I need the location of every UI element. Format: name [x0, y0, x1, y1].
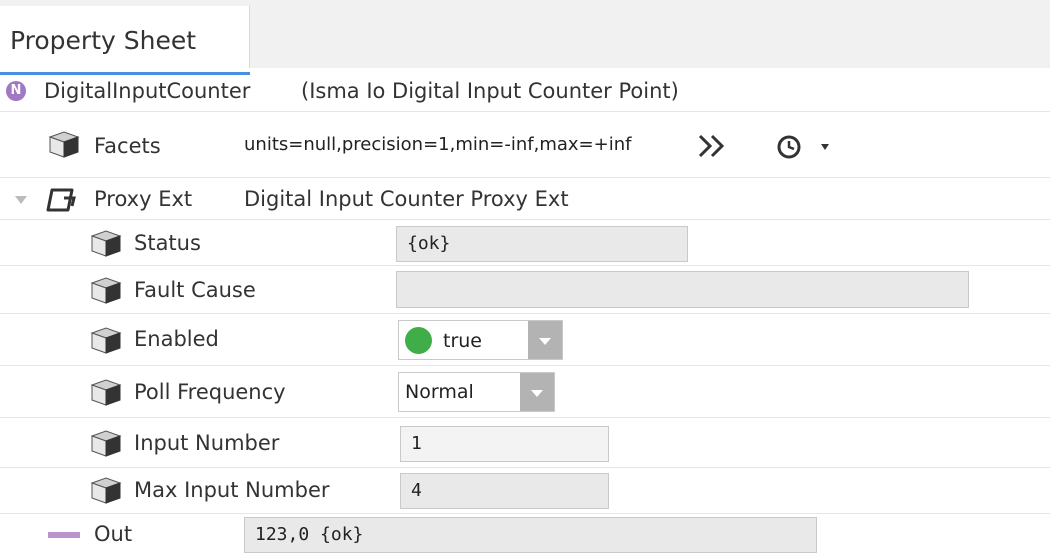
component-type: (Isma Io Digital Input Counter Point)	[301, 79, 679, 103]
chevron-down-icon[interactable]	[528, 321, 562, 359]
enabled-row: Enabled true	[0, 314, 1050, 366]
fault-cause-label: Fault Cause	[134, 278, 256, 302]
facets-value: units=null,precision=1,min=-inf,max=+inf	[244, 134, 632, 155]
out-row: Out 123,0 {ok}	[0, 514, 1050, 553]
out-label: Out	[94, 522, 133, 546]
out-slot-icon	[48, 532, 80, 538]
property-cube-icon	[90, 379, 122, 406]
poll-frequency-dropdown[interactable]: Normal	[398, 372, 555, 412]
status-label: Status	[134, 231, 201, 255]
input-number-label: Input Number	[134, 431, 280, 455]
expand-triangle-icon[interactable]	[14, 195, 28, 205]
caret-down-icon[interactable]	[820, 143, 830, 151]
component-name: DigitalInputCounter	[44, 79, 251, 103]
max-input-number-row: Max Input Number 4	[0, 468, 1050, 514]
property-cube-icon	[90, 430, 122, 457]
facets-label: Facets	[94, 134, 161, 158]
fault-cause-row: Fault Cause	[0, 266, 1050, 314]
proxy-ext-row[interactable]: Proxy Ext Digital Input Counter Proxy Ex…	[0, 178, 1050, 220]
proxy-ext-label: Proxy Ext	[94, 187, 193, 211]
property-cube-icon	[48, 131, 80, 158]
poll-frequency-value: Normal	[405, 381, 474, 403]
poll-frequency-label: Poll Frequency	[134, 380, 286, 404]
enabled-dropdown[interactable]: true	[398, 320, 563, 360]
chevron-down-icon[interactable]	[520, 373, 554, 411]
max-input-number-label: Max Input Number	[134, 478, 330, 502]
fault-cause-field	[396, 271, 969, 308]
input-number-row: Input Number 1	[0, 418, 1050, 468]
enabled-label: Enabled	[134, 327, 219, 351]
facets-row: Facets units=null,precision=1,min=-inf,m…	[0, 112, 1050, 178]
tab-property-sheet[interactable]: Property Sheet	[0, 6, 250, 75]
clock-icon[interactable]	[776, 134, 802, 160]
property-cube-icon	[90, 327, 122, 354]
tab-bar: Property Sheet	[0, 0, 1050, 75]
poll-frequency-row: Poll Frequency Normal	[0, 366, 1050, 418]
out-field: 123,0 {ok}	[244, 517, 817, 553]
tab-label: Property Sheet	[10, 26, 197, 55]
component-header: N DigitalInputCounter (Isma Io Digital I…	[0, 70, 1050, 112]
component-badge-icon: N	[6, 81, 26, 101]
input-number-field[interactable]: 1	[400, 426, 609, 462]
status-field: {ok}	[396, 226, 688, 262]
enabled-value: true	[443, 330, 482, 352]
property-cube-icon	[90, 230, 122, 257]
double-chevron-right-icon[interactable]	[697, 133, 727, 159]
max-input-number-field: 4	[400, 473, 609, 509]
proxy-ext-value: Digital Input Counter Proxy Ext	[244, 187, 569, 211]
status-row: Status {ok}	[0, 220, 1050, 266]
status-indicator-icon	[405, 327, 432, 354]
proxy-ext-icon	[46, 188, 76, 212]
property-cube-icon	[90, 277, 122, 304]
property-cube-icon	[90, 477, 122, 504]
